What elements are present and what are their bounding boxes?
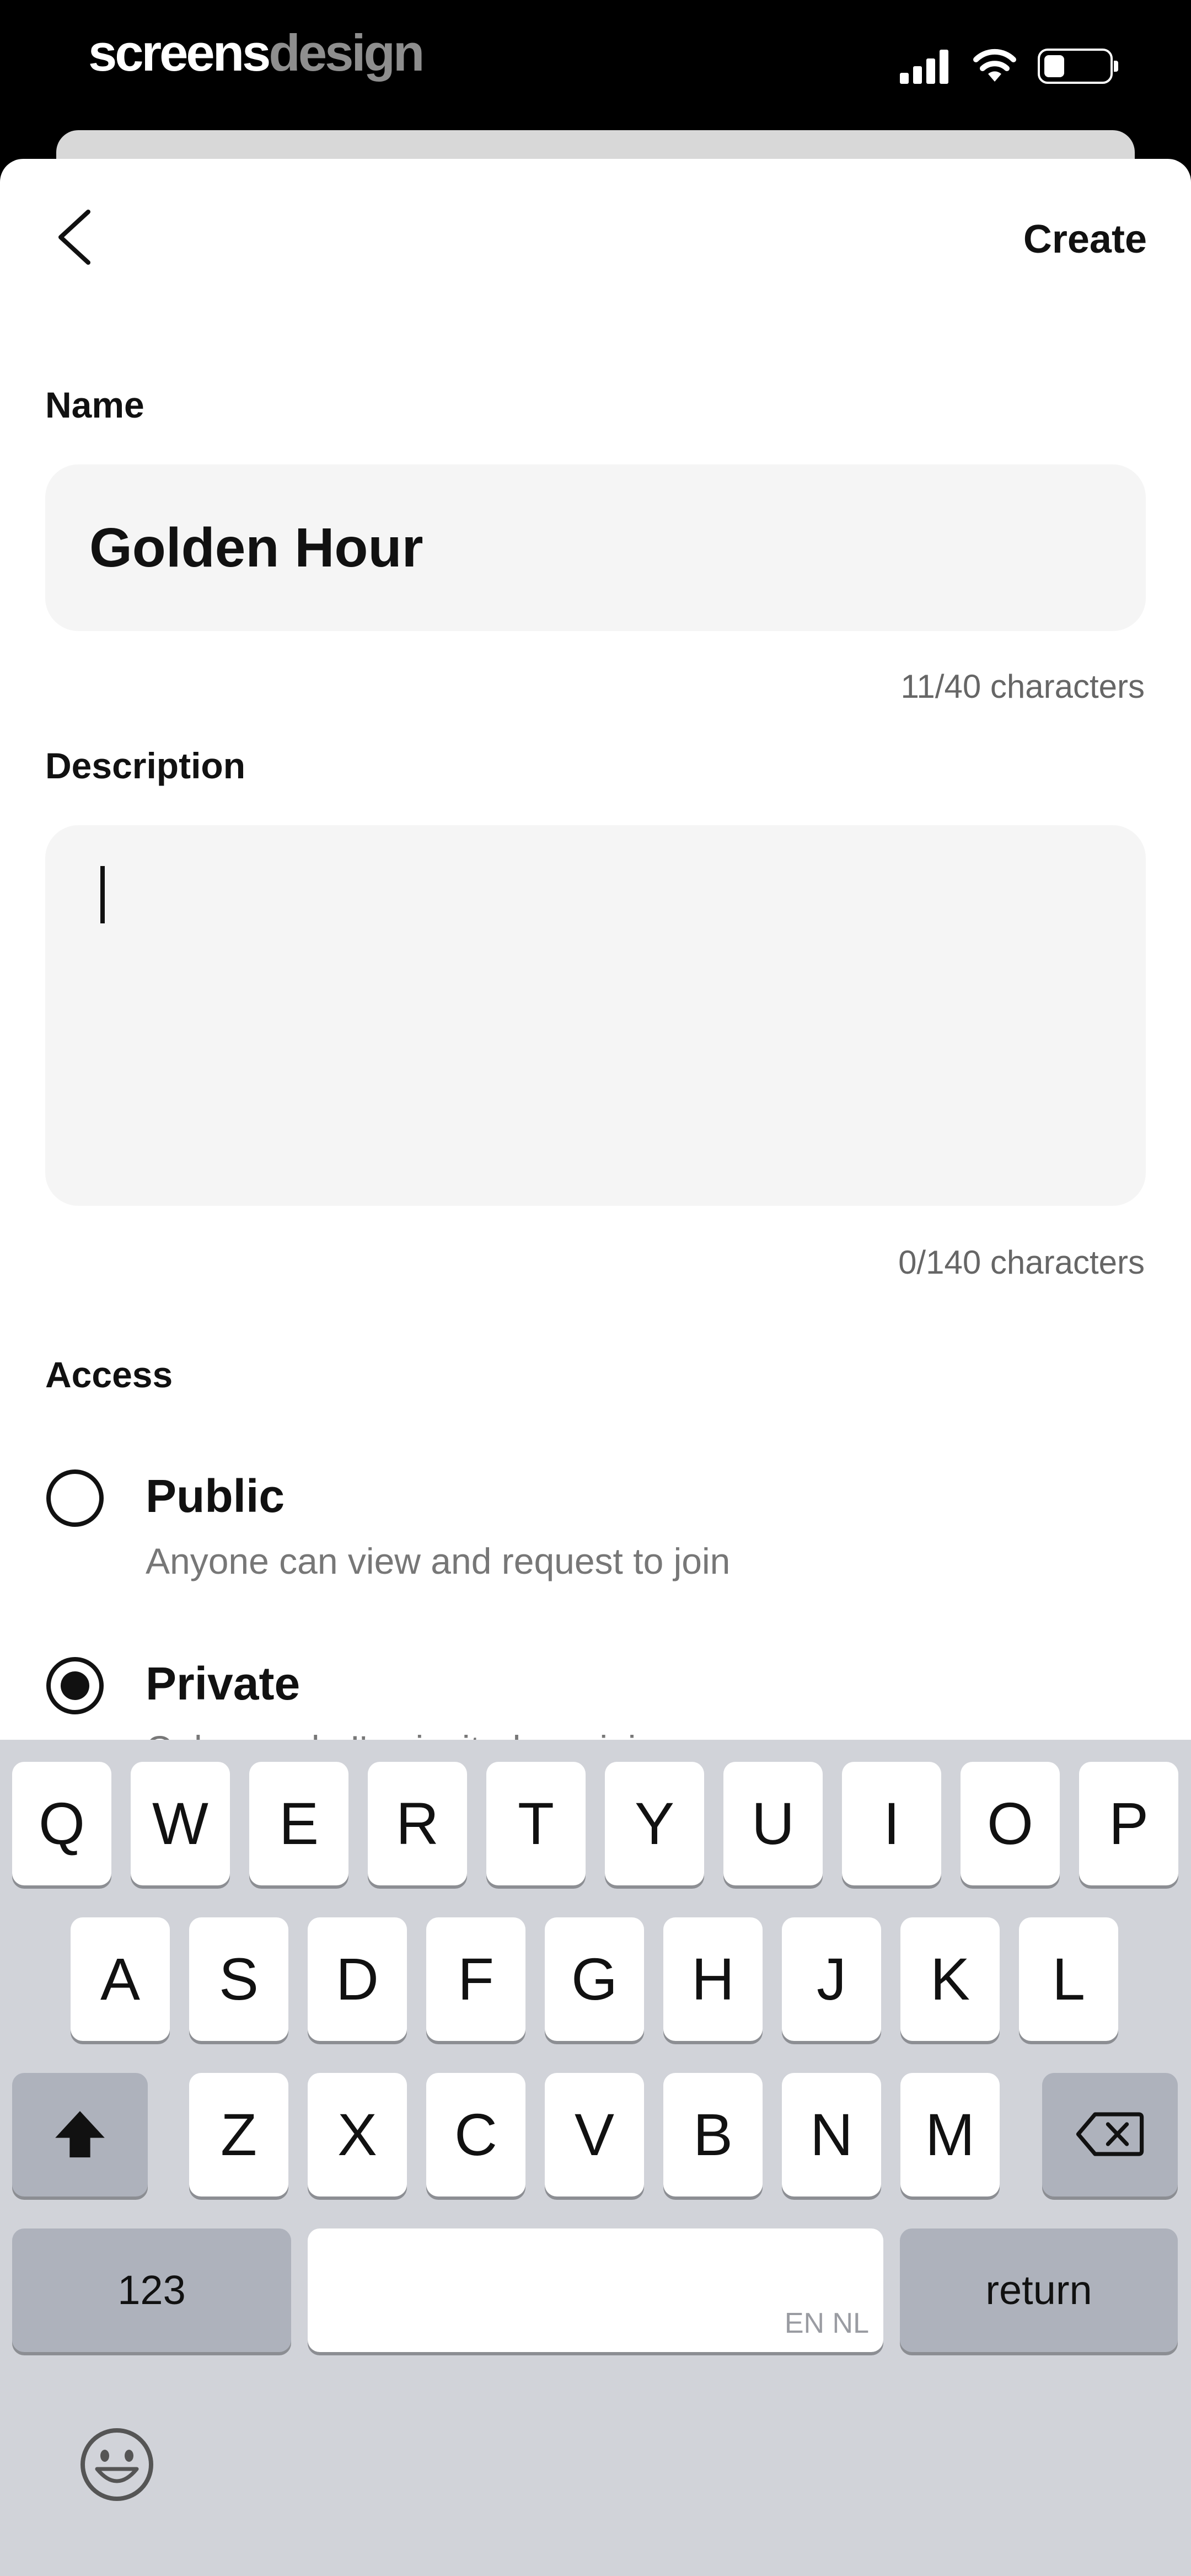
delete-key[interactable] (1042, 2073, 1178, 2196)
key-v[interactable]: V (545, 2073, 644, 2196)
key-h[interactable]: H (663, 1917, 763, 2041)
numbers-key[interactable]: 123 (12, 2228, 291, 2352)
battery-icon (1038, 49, 1118, 84)
key-u[interactable]: U (723, 1762, 823, 1885)
key-s[interactable]: S (189, 1917, 288, 2041)
key-t[interactable]: T (486, 1762, 586, 1885)
key-n[interactable]: N (782, 2073, 881, 2196)
key-o[interactable]: O (961, 1762, 1060, 1885)
screensdesign-logo: screensdesign (88, 24, 425, 82)
public-option-subtitle: Anyone can view and request to join (146, 1541, 731, 1581)
description-character-counter: 0/140 characters (898, 1244, 1145, 1281)
space-key[interactable]: EN NL (308, 2228, 883, 2352)
key-w[interactable]: W (131, 1762, 230, 1885)
key-r[interactable]: R (368, 1762, 467, 1885)
key-l[interactable]: L (1019, 1917, 1118, 2041)
key-k[interactable]: K (900, 1917, 1000, 2041)
key-x[interactable]: X (308, 2073, 407, 2196)
name-input[interactable]: Golden Hour (45, 464, 1146, 631)
key-i[interactable]: I (842, 1762, 941, 1885)
key-g[interactable]: G (545, 1917, 644, 2041)
private-option-title[interactable]: Private (146, 1657, 300, 1711)
access-label: Access (45, 1354, 173, 1395)
return-key[interactable]: return (900, 2228, 1178, 2352)
key-m[interactable]: M (900, 2073, 1000, 2196)
key-e[interactable]: E (249, 1762, 348, 1885)
key-q[interactable]: Q (12, 1762, 111, 1885)
key-b[interactable]: B (663, 2073, 763, 2196)
key-c[interactable]: C (426, 2073, 525, 2196)
key-z[interactable]: Z (189, 2073, 288, 2196)
description-input[interactable] (45, 825, 1146, 1206)
public-radio[interactable] (46, 1469, 104, 1527)
back-chevron-icon[interactable] (47, 202, 100, 272)
key-d[interactable]: D (308, 1917, 407, 2041)
keyboard-language-label: EN NL (784, 2307, 869, 2339)
key-j[interactable]: J (782, 1917, 881, 2041)
shift-key[interactable] (12, 2073, 148, 2196)
emoji-icon[interactable] (78, 2426, 155, 2503)
name-label: Name (45, 384, 144, 425)
text-cursor (100, 866, 105, 923)
private-radio[interactable] (46, 1657, 104, 1714)
key-y[interactable]: Y (605, 1762, 704, 1885)
cellular-signal-icon (900, 50, 948, 84)
backspace-icon (1076, 2112, 1144, 2156)
description-label: Description (45, 745, 246, 786)
create-button[interactable]: Create (970, 212, 1147, 267)
key-a[interactable]: A (71, 1917, 170, 2041)
wifi-icon (973, 49, 1016, 82)
shift-icon (55, 2111, 105, 2158)
public-option-title[interactable]: Public (146, 1469, 285, 1523)
key-f[interactable]: F (426, 1917, 525, 2041)
name-character-counter: 11/40 characters (900, 668, 1145, 705)
key-p[interactable]: P (1079, 1762, 1178, 1885)
